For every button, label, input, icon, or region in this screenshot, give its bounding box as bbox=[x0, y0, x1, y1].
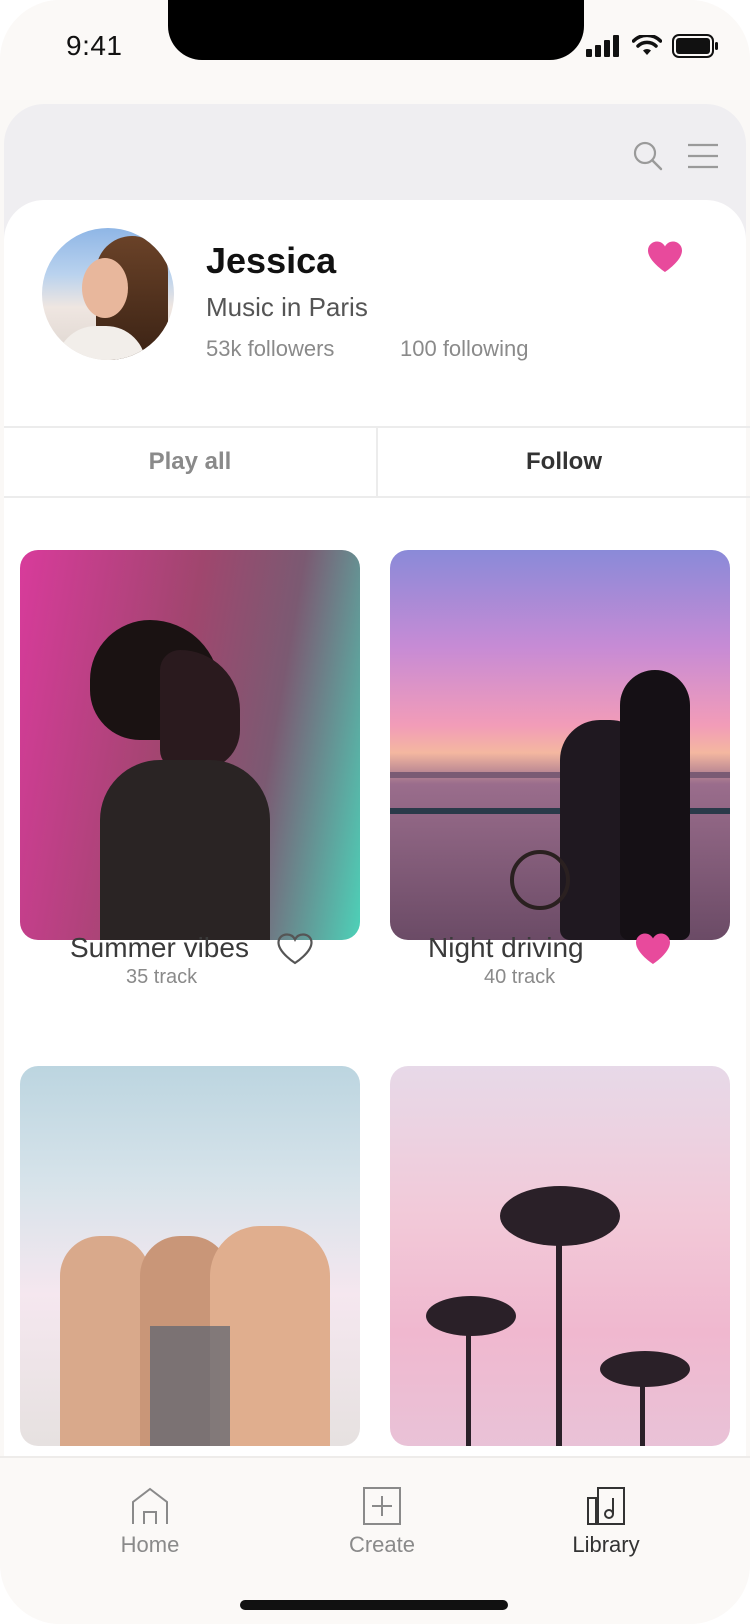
plus-square-icon bbox=[363, 1487, 401, 1525]
cover-figure-face bbox=[160, 650, 240, 770]
profile-name: Jessica bbox=[206, 240, 337, 281]
playlist-cover-summer-vibes[interactable] bbox=[20, 550, 360, 940]
playlist-track-count: 40 track bbox=[484, 966, 556, 988]
status-bar: 9:41 bbox=[0, 0, 750, 100]
cover-bike-wheel bbox=[510, 850, 570, 910]
library-icon bbox=[587, 1487, 625, 1525]
tab-create[interactable]: Create bbox=[322, 1486, 442, 1558]
playlist-title[interactable]: Night driving bbox=[428, 932, 584, 964]
menu-icon[interactable] bbox=[686, 142, 720, 170]
following-count[interactable]: 100 following bbox=[400, 336, 528, 362]
followers-count[interactable]: 53k followers bbox=[206, 336, 334, 362]
app-screen: 9:41 Jessica Music in Paris 53k follower… bbox=[0, 0, 750, 1624]
cover-figure-body bbox=[100, 760, 270, 940]
avatar-face bbox=[82, 258, 128, 318]
tab-home-label: Home bbox=[120, 1532, 180, 1557]
profile-section: Jessica Music in Paris 53k followers 100… bbox=[4, 200, 750, 1460]
cellular-signal-icon bbox=[586, 35, 619, 57]
tab-home[interactable]: Home bbox=[90, 1486, 210, 1558]
tab-bar: Home Create Library bbox=[0, 1456, 750, 1624]
tab-library[interactable]: Library bbox=[546, 1486, 666, 1558]
heart-filled-icon[interactable] bbox=[646, 240, 684, 274]
profile-subtitle: Music in Paris bbox=[206, 292, 368, 322]
search-icon[interactable] bbox=[632, 140, 664, 172]
playlist-track-count: 35 track bbox=[126, 966, 198, 988]
heart-filled-icon[interactable] bbox=[634, 932, 672, 966]
cover-figure-passenger bbox=[620, 670, 690, 940]
avatar bbox=[42, 228, 174, 360]
wifi-icon bbox=[632, 35, 662, 55]
cover-palm-trunk bbox=[556, 1216, 562, 1446]
status-icons bbox=[586, 34, 720, 58]
playlist-cover-palms[interactable] bbox=[390, 1066, 730, 1446]
home-icon bbox=[132, 1487, 168, 1524]
heart-outline-icon[interactable] bbox=[276, 932, 314, 966]
follow-button[interactable]: Follow bbox=[378, 428, 750, 496]
header-actions bbox=[632, 140, 720, 172]
tab-create-label: Create bbox=[348, 1532, 416, 1557]
playlist-title[interactable]: Summer vibes bbox=[70, 932, 249, 964]
cover-palm-leaves-right bbox=[600, 1351, 690, 1387]
cover-figure-left bbox=[60, 1236, 150, 1446]
battery-icon bbox=[672, 34, 718, 58]
play-all-button[interactable]: Play all bbox=[4, 428, 378, 496]
tab-library-label: Library bbox=[572, 1532, 640, 1557]
cover-swimsuit bbox=[150, 1326, 230, 1446]
playlist-cover-night-driving[interactable] bbox=[390, 550, 730, 940]
home-indicator bbox=[240, 1600, 508, 1610]
device-notch bbox=[168, 0, 584, 60]
playlist-cover-friends[interactable] bbox=[20, 1066, 360, 1446]
action-buttons: Play all Follow bbox=[4, 426, 750, 498]
cover-palm-leaves-small bbox=[426, 1296, 516, 1336]
status-time: 9:41 bbox=[66, 30, 123, 61]
cover-palm-leaves bbox=[500, 1186, 620, 1246]
